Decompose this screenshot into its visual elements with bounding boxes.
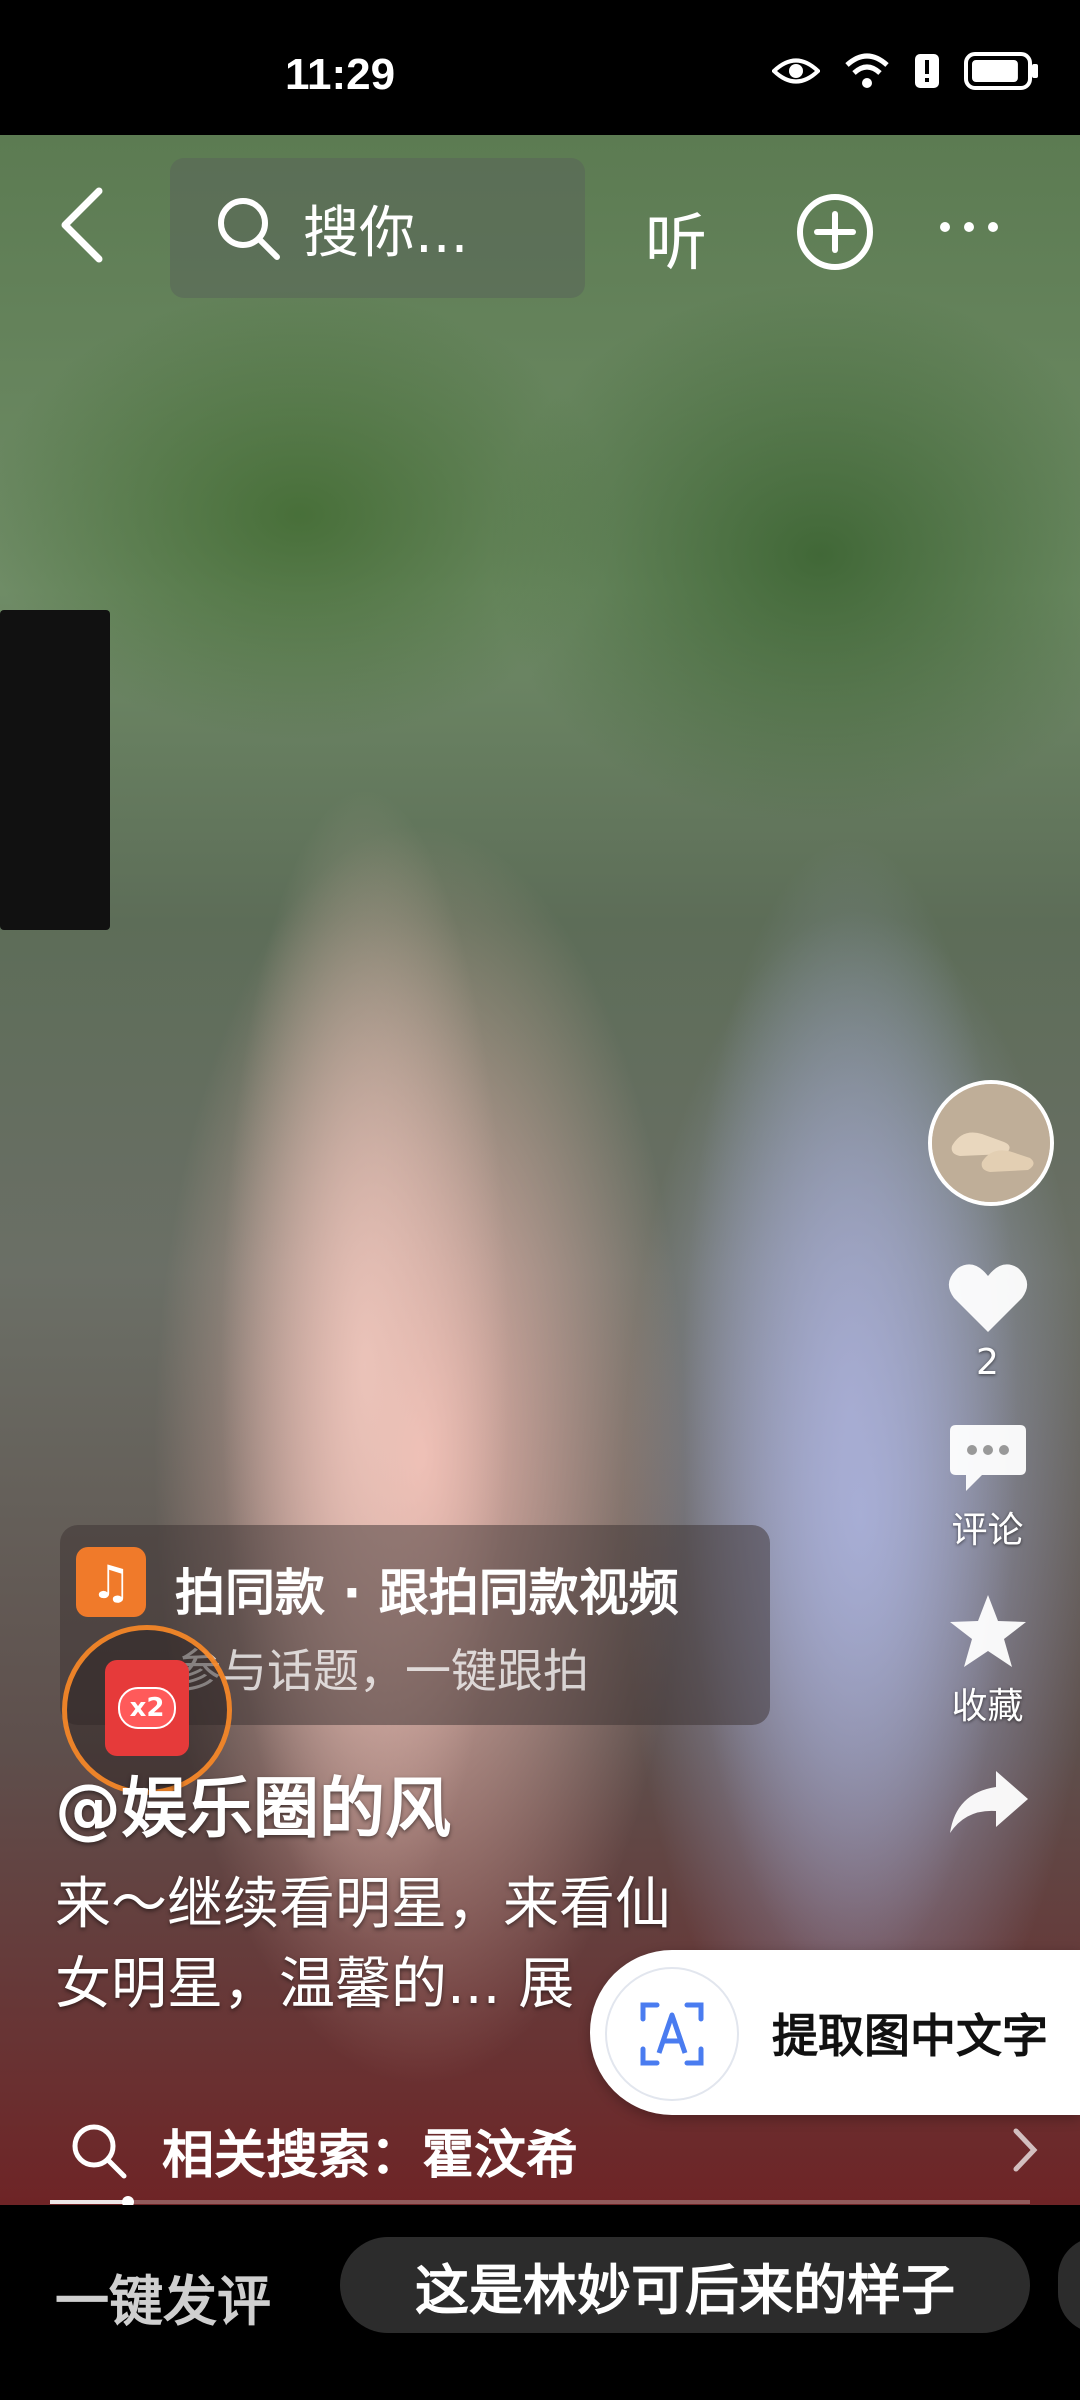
shoot-same-subtitle: 参与话题，一键跟拍 xyxy=(175,1644,589,1698)
product-thumbnail[interactable] xyxy=(928,1080,1054,1206)
author-name[interactable]: @娱乐圈的风 xyxy=(55,1755,451,1851)
status-time: 11:29 xyxy=(285,50,396,99)
shoe-icon xyxy=(932,1084,1050,1202)
top-bar: 搜你... 听 xyxy=(0,150,1080,298)
more-options-button[interactable] xyxy=(940,222,998,232)
extract-text-button[interactable]: 提取图中文字 xyxy=(590,1950,1080,2115)
heart-icon xyxy=(948,1264,1027,1332)
shoot-same-title: 拍同款 · 跟拍同款视频 xyxy=(175,1564,679,1622)
wifi-icon xyxy=(845,53,889,88)
video-progress-bar[interactable] xyxy=(50,2196,1030,2208)
status-bar: 11:29 xyxy=(0,0,1080,135)
chevron-right-icon xyxy=(1013,2128,1038,2172)
plus-circle-icon xyxy=(797,194,873,270)
bottom-comment-bar: 一键发评 这是林妙可后来的样子 xyxy=(0,2205,1080,2400)
back-arrow-icon xyxy=(61,187,103,263)
add-button[interactable] xyxy=(795,192,875,276)
extract-text-label: 提取图中文字 xyxy=(772,2009,1048,2063)
video-progress-fill xyxy=(50,2200,129,2204)
right-action-column: 2 评论 收藏 xyxy=(920,1260,1055,1875)
search-icon xyxy=(72,2124,127,2179)
share-arrow-icon xyxy=(949,1771,1028,1833)
description-line: 来～继续看明星，来看仙 xyxy=(55,1872,671,1937)
more-dot-icon xyxy=(988,222,998,232)
share-button[interactable] xyxy=(920,1767,1055,1837)
alert-icon xyxy=(915,54,939,88)
multiplier-badge: x2 xyxy=(117,1687,177,1729)
text-recognition-icon xyxy=(605,1967,739,2101)
red-packet-icon: x2 xyxy=(105,1660,189,1756)
favorite-button[interactable]: 收藏 xyxy=(920,1591,1055,1729)
like-button[interactable]: 2 xyxy=(920,1260,1055,1383)
comment-button[interactable]: 评论 xyxy=(920,1421,1055,1553)
eye-icon xyxy=(772,58,820,84)
suggested-comment-chip[interactable]: 这是林妙可后来的样子 xyxy=(340,2237,1030,2333)
star-icon xyxy=(949,1595,1026,1667)
like-count: 2 xyxy=(976,1342,999,1383)
comment-label: 评论 xyxy=(951,1510,1024,1551)
next-suggestion-chip[interactable] xyxy=(1058,2237,1080,2333)
search-icon xyxy=(218,198,280,260)
video-speaker-shape xyxy=(0,610,110,930)
back-button[interactable] xyxy=(55,185,115,265)
search-input[interactable]: 搜你... xyxy=(170,158,585,298)
listen-button[interactable]: 听 xyxy=(645,192,707,282)
more-dot-icon xyxy=(940,222,950,232)
favorite-label: 收藏 xyxy=(951,1686,1024,1727)
related-search-bar[interactable]: 相关搜索：霍汶希 xyxy=(0,2095,1080,2205)
related-search-text: 相关搜索：霍汶希 xyxy=(162,2125,579,2186)
more-dot-icon xyxy=(964,222,974,232)
battery-icon xyxy=(964,52,1038,90)
quick-comment-button[interactable]: 一键发评 xyxy=(55,2257,271,2336)
comment-bubble-icon xyxy=(949,1425,1026,1491)
music-note-icon: ♫ xyxy=(76,1547,146,1617)
status-icons xyxy=(772,52,1040,90)
search-placeholder: 搜你... xyxy=(303,200,469,266)
